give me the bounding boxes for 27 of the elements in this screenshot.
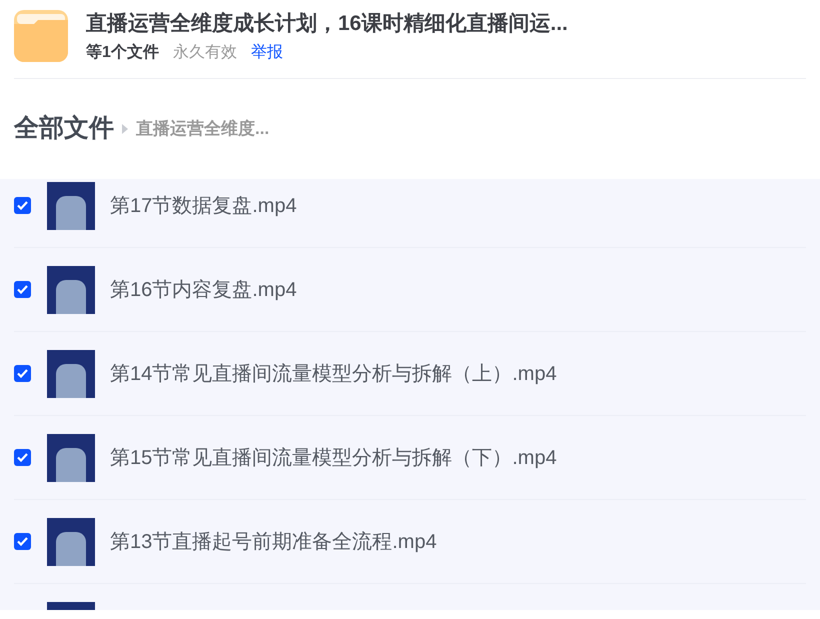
- file-name[interactable]: 第17节数据复盘.mp4: [110, 190, 297, 220]
- share-title: 直播运营全维度成长计划，16课时精细化直播间运...: [86, 11, 568, 37]
- folder-icon: [14, 10, 68, 62]
- photo-placeholder: [47, 434, 95, 482]
- file-name[interactable]: 第16节内容复盘.mp4: [110, 274, 297, 304]
- file-name[interactable]: 第15节常见直播间流量模型分析与拆解（下）.mp4: [110, 442, 557, 472]
- check-icon: [17, 201, 28, 210]
- photo-placeholder: [47, 266, 95, 314]
- checkbox[interactable]: [14, 281, 31, 298]
- check-icon: [17, 369, 28, 378]
- photo-placeholder: [47, 350, 95, 398]
- breadcrumb-root[interactable]: 全部文件: [14, 110, 114, 148]
- check-icon: [17, 537, 28, 546]
- caret-icon: [122, 124, 128, 134]
- file-count: 等1个文件: [86, 43, 159, 63]
- photo-placeholder: [47, 518, 95, 566]
- check-icon: [17, 285, 28, 294]
- check-icon: [17, 453, 28, 462]
- file-name[interactable]: 第13节直播起号前期准备全流程.mp4: [110, 526, 437, 556]
- file-name[interactable]: 第14节常见直播间流量模型分析与拆解（上）.mp4: [110, 358, 557, 388]
- checkbox[interactable]: [14, 365, 31, 382]
- checkbox[interactable]: [14, 533, 31, 550]
- checkbox[interactable]: [14, 449, 31, 466]
- checkbox[interactable]: [14, 197, 31, 214]
- report-link[interactable]: 举报: [250, 43, 283, 63]
- validity-text: 永久有效: [172, 43, 237, 63]
- photo-placeholder: [47, 182, 95, 230]
